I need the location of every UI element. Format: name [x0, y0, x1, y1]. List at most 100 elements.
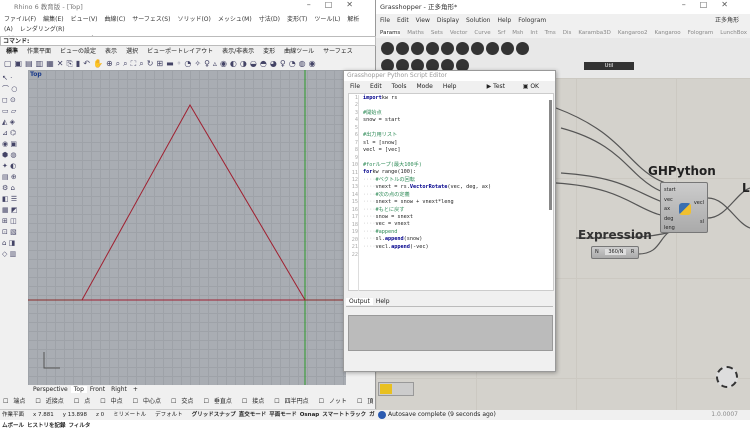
menu-item[interactable]: 編集(E) — [43, 16, 63, 23]
sketch-icon[interactable] — [380, 384, 392, 394]
osnap-0[interactable]: ☐ 端点 — [3, 398, 30, 405]
toolbar-tab[interactable]: 標準 — [6, 48, 18, 55]
status-field[interactable]: スマートトラック — [322, 412, 366, 418]
menu-item[interactable]: 曲線(C) — [104, 16, 125, 23]
checkbox-icon[interactable]: ☐ — [242, 398, 247, 405]
checkbox-icon[interactable]: ☐ — [35, 398, 40, 405]
status-field[interactable]: 平面モード — [269, 412, 297, 418]
gh-tab[interactable]: Vector — [450, 30, 468, 36]
osnap-5[interactable]: ☐ 交点 — [171, 398, 198, 405]
code-editor[interactable]: 1 2 3 4 5 6 7 8 9 10 11 12 13 14 15 16 17 18 19 20 21 22 impo… — [348, 93, 554, 291]
gh-window-controls[interactable]: –□✕ — [682, 0, 742, 9]
canvas-widgets[interactable] — [378, 382, 414, 396]
osnap-8[interactable]: ☐ 四半円点 — [274, 398, 313, 405]
gh-menu-item[interactable]: Solution — [466, 17, 490, 24]
output-tab[interactable]: Help — [373, 298, 393, 305]
output-param[interactable]: vecl — [694, 194, 704, 213]
gh-tab[interactable]: Int — [530, 30, 537, 36]
gh-tab[interactable]: Fologram — [688, 30, 714, 36]
input-param[interactable]: ax — [664, 205, 676, 215]
checkbox-icon[interactable]: ☐ — [133, 398, 138, 405]
menu-item[interactable]: ファイル(F) — [4, 16, 36, 23]
checkbox-icon[interactable]: ☐ — [274, 398, 279, 405]
gh-tab[interactable]: Kangaroo — [654, 30, 680, 36]
viewport-tab[interactable]: + — [130, 386, 141, 393]
osnap-1[interactable]: ☐ 近接点 — [35, 398, 68, 405]
menu-item[interactable]: レンダリング(R) — [20, 26, 65, 33]
output-tab[interactable]: Output — [346, 298, 373, 305]
gh-tab[interactable]: Kangaroo2 — [618, 30, 648, 36]
viewport-tab[interactable]: Front — [87, 386, 108, 393]
status-field[interactable]: 直交モード — [239, 412, 267, 418]
left-toolbar[interactable]: ↖ · ⌒ ○ ◻ ⊙ ▭ ▱ ◭ ◈ ⊿ ⌬ ◉ ▣ ⬢ ◍ ✦ ◐ ▤ ⊕ ⚙ ⌂ ◧ ☰ ▦ ◩ ⊞… — [0, 70, 28, 385]
editor-menu-item[interactable]: Mode — [416, 83, 432, 90]
osnap-9[interactable]: ☐ ノット — [319, 398, 352, 405]
editor-menu-item[interactable]: Tools — [392, 83, 407, 90]
navigation-compass-icon[interactable] — [716, 366, 738, 388]
osnap-3[interactable]: ☐ 中点 — [100, 398, 127, 405]
toolbar-tab[interactable]: 表示/非表示 — [222, 48, 254, 55]
osnap-7[interactable]: ☐ 接点 — [242, 398, 269, 405]
gh-tab[interactable]: Karamba3D — [578, 30, 610, 36]
menu-item[interactable]: 変形(T) — [287, 16, 307, 23]
status-field[interactable]: ヒストリを記録 — [27, 423, 66, 429]
gh-menu-item[interactable]: Edit — [397, 17, 409, 24]
menu-item[interactable]: ソリッド(O) — [177, 16, 210, 23]
menu-item[interactable]: ビュー(V) — [71, 16, 98, 23]
gh-tab[interactable]: Maths — [407, 30, 424, 36]
gh-menu-item[interactable]: Help — [498, 17, 512, 24]
gh-menu-item[interactable]: Display — [437, 17, 459, 24]
checkbox-icon[interactable]: ☐ — [319, 398, 324, 405]
viewport-tab[interactable]: Right — [108, 386, 130, 393]
menu-item[interactable]: ツール(L) — [314, 16, 340, 23]
top-viewport[interactable]: Top — [28, 70, 346, 385]
toolbar-tab[interactable]: ビューの設定 — [60, 48, 96, 55]
menu-item[interactable]: サーフェス(S) — [132, 16, 170, 23]
gh-tab[interactable]: Params — [380, 30, 401, 36]
menu-item[interactable]: メッシュ(M) — [218, 16, 252, 23]
output-param[interactable]: sl — [694, 213, 704, 232]
gh-tab[interactable]: Srf — [498, 30, 506, 36]
test-button[interactable]: ▶ Test — [487, 81, 515, 92]
input-param[interactable]: leng — [664, 224, 676, 234]
toolbar-tab[interactable]: 表示 — [105, 48, 117, 55]
ok-button[interactable]: ▣ OK — [523, 81, 549, 92]
window-controls[interactable]: –□✕ — [307, 0, 367, 9]
editor-menu-item[interactable]: Help — [443, 83, 457, 90]
checkbox-icon[interactable]: ☐ — [74, 398, 79, 405]
toolbar-tab[interactable]: 選択 — [126, 48, 138, 55]
toolbar-tab[interactable]: 曲線ツール — [284, 48, 314, 55]
osnap-6[interactable]: ☐ 垂直点 — [203, 398, 236, 405]
editor-menu-item[interactable]: Edit — [370, 83, 382, 90]
util-dropdown[interactable]: Util — [584, 62, 634, 70]
command-input[interactable]: コマンド: — [0, 36, 376, 46]
toolbar-tab[interactable]: サーフェス — [323, 48, 353, 55]
toolbar-tab[interactable]: 変形 — [263, 48, 275, 55]
checkbox-icon[interactable]: ☐ — [357, 398, 362, 405]
input-param[interactable]: start — [664, 186, 676, 196]
toolbar-tab[interactable]: 作業平面 — [27, 48, 51, 55]
viewport-tab[interactable]: Perspective — [30, 386, 71, 393]
input-param[interactable]: deg — [664, 215, 676, 225]
toolbar-tab[interactable]: ビューポートレイアウト — [147, 48, 213, 55]
expression-component[interactable]: N 360/N R — [591, 246, 639, 259]
viewport-tab[interactable]: Top — [70, 386, 87, 393]
standard-toolbar[interactable]: ▢▣▤▥▦✕⎘▮↶✋⊕⌕⌕⛶⌕↻⊞▬◦◔✧♀▵◉◐◑◒◓◕♀◔◍◉ — [0, 57, 376, 70]
menu-item[interactable]: 寸法(D) — [259, 16, 280, 23]
checkbox-icon[interactable]: ☐ — [3, 398, 8, 405]
gh-tab[interactable]: Dis — [563, 30, 572, 36]
gh-menu-item[interactable]: Fologram — [518, 17, 546, 24]
gh-menu-item[interactable]: View — [416, 17, 430, 24]
status-field[interactable]: Osnap — [300, 412, 320, 418]
gh-tab[interactable]: Sets — [431, 30, 443, 36]
gh-tab[interactable]: Curve — [474, 30, 490, 36]
checkbox-icon[interactable]: ☐ — [203, 398, 208, 405]
osnap-4[interactable]: ☐ 中心点 — [133, 398, 166, 405]
gh-tab[interactable]: Trns — [545, 30, 556, 36]
gh-menu-item[interactable]: File — [380, 17, 390, 24]
ghpython-component[interactable]: start vec ax deg leng vecl sl — [660, 182, 708, 233]
status-field[interactable]: フィルタ — [69, 423, 91, 429]
status-field[interactable]: グリッドスナップ — [192, 412, 236, 418]
editor-menu-item[interactable]: File — [350, 83, 360, 90]
gh-tab[interactable]: Msh — [512, 30, 523, 36]
